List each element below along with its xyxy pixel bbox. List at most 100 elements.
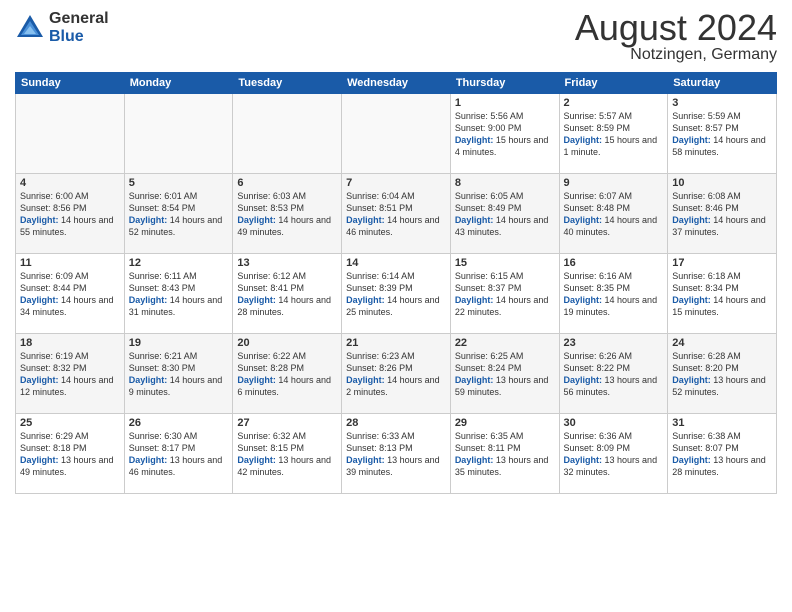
sunrise-text: Sunrise: 6:08 AM: [672, 191, 741, 201]
daylight-label: Daylight:: [20, 455, 61, 465]
daylight-label: Daylight:: [129, 455, 170, 465]
daylight-label: Daylight:: [672, 295, 713, 305]
day-cell: 24Sunrise: 6:28 AMSunset: 8:20 PMDayligh…: [668, 334, 777, 414]
sunset-text: Sunset: 8:18 PM: [20, 443, 87, 453]
daylight-label: Daylight:: [564, 135, 605, 145]
day-info: Sunrise: 6:33 AMSunset: 8:13 PMDaylight:…: [346, 430, 446, 479]
day-info: Sunrise: 6:00 AMSunset: 8:56 PMDaylight:…: [20, 190, 120, 239]
day-number: 22: [455, 337, 555, 349]
day-info: Sunrise: 6:22 AMSunset: 8:28 PMDaylight:…: [237, 350, 337, 399]
day-info: Sunrise: 6:18 AM Sunset: 8:34 PM Daylight:…: [672, 270, 772, 319]
sunset-text: Sunset: 8:26 PM: [346, 363, 413, 373]
sunrise-text: Sunrise: 5:57 AM: [564, 111, 633, 121]
sunrise-text: Sunrise: 6:16 AM: [564, 271, 633, 281]
day-info: Sunrise: 6:19 AMSunset: 8:32 PMDaylight:…: [20, 350, 120, 399]
sunrise-text: Sunrise: 6:28 AM: [672, 351, 741, 361]
day-number: 7: [346, 177, 446, 189]
sunset-text: Sunset: 8:17 PM: [129, 443, 196, 453]
day-info: Sunrise: 6:28 AMSunset: 8:20 PMDaylight:…: [672, 350, 772, 399]
daylight-label: Daylight:: [20, 215, 61, 225]
sunrise-text: Sunrise: 6:18 AM: [672, 271, 741, 281]
day-info: Sunrise: 6:30 AMSunset: 8:17 PMDaylight:…: [129, 430, 229, 479]
sunrise-text: Sunrise: 6:29 AM: [20, 431, 89, 441]
sunset-text: Sunset: 8:24 PM: [455, 363, 522, 373]
day-cell: 28Sunrise: 6:33 AMSunset: 8:13 PMDayligh…: [342, 414, 451, 494]
header-wednesday: Wednesday: [342, 73, 451, 94]
week-row-5: 25Sunrise: 6:29 AMSunset: 8:18 PMDayligh…: [16, 414, 777, 494]
sunset-text: Sunset: 8:49 PM: [455, 203, 522, 213]
sunset-text: Sunset: 8:20 PM: [672, 363, 739, 373]
sunset-text: Sunset: 8:30 PM: [129, 363, 196, 373]
header-saturday: Saturday: [668, 73, 777, 94]
calendar-table: Sunday Monday Tuesday Wednesday Thursday…: [15, 72, 777, 494]
day-number: 18: [20, 337, 120, 349]
day-info: Sunrise: 6:03 AMSunset: 8:53 PMDaylight:…: [237, 190, 337, 239]
day-info: Sunrise: 6:21 AMSunset: 8:30 PMDaylight:…: [129, 350, 229, 399]
daylight-label: Daylight:: [129, 375, 170, 385]
sunset-text: Sunset: 8:22 PM: [564, 363, 631, 373]
sunrise-text: Sunrise: 6:19 AM: [20, 351, 89, 361]
day-cell: 14Sunrise: 6:14 AMSunset: 8:39 PMDayligh…: [342, 254, 451, 334]
sunrise-text: Sunrise: 6:35 AM: [455, 431, 524, 441]
day-number: 17: [672, 257, 772, 269]
sunset-text: Sunset: 8:46 PM: [672, 203, 739, 213]
daylight-label: Daylight:: [564, 455, 605, 465]
day-cell: 4Sunrise: 6:00 AMSunset: 8:56 PMDaylight…: [16, 174, 125, 254]
sunset-text: Sunset: 8:39 PM: [346, 283, 413, 293]
sunrise-text: Sunrise: 6:32 AM: [237, 431, 306, 441]
daylight-label: Daylight:: [455, 455, 496, 465]
sunset-text: Sunset: 8:13 PM: [346, 443, 413, 453]
day-info: Sunrise: 6:14 AMSunset: 8:39 PMDaylight:…: [346, 270, 446, 319]
logo-text: General Blue: [49, 10, 109, 45]
sunset-text: Sunset: 8:57 PM: [672, 123, 739, 133]
day-info: Sunrise: 5:59 AMSunset: 8:57 PMDaylight:…: [672, 110, 772, 159]
daylight-label: Daylight:: [237, 375, 278, 385]
day-cell: 25Sunrise: 6:29 AMSunset: 8:18 PMDayligh…: [16, 414, 125, 494]
header-sunday: Sunday: [16, 73, 125, 94]
day-cell: 12Sunrise: 6:11 AMSunset: 8:43 PMDayligh…: [124, 254, 233, 334]
sunrise-text: Sunrise: 6:33 AM: [346, 431, 415, 441]
sunset-text: Sunset: 8:09 PM: [564, 443, 631, 453]
sunset-text: Sunset: 8:34 PM: [672, 283, 739, 293]
day-cell: 16Sunrise: 6:16 AMSunset: 8:35 PMDayligh…: [559, 254, 668, 334]
sunrise-text: Sunrise: 6:04 AM: [346, 191, 415, 201]
daylight-label: Daylight:: [346, 215, 387, 225]
sunset-text: Sunset: 8:51 PM: [346, 203, 413, 213]
sunrise-text: Sunrise: 6:03 AM: [237, 191, 306, 201]
day-cell: 21Sunrise: 6:23 AMSunset: 8:26 PMDayligh…: [342, 334, 451, 414]
day-number: 26: [129, 417, 229, 429]
day-number: 24: [672, 337, 772, 349]
day-cell: 20Sunrise: 6:22 AMSunset: 8:28 PMDayligh…: [233, 334, 342, 414]
sunrise-text: Sunrise: 6:25 AM: [455, 351, 524, 361]
day-cell: 29 Sunrise: 6:35 AM Sunset: 8:11 PM Dayligh…: [450, 414, 559, 494]
week-row-4: 18Sunrise: 6:19 AMSunset: 8:32 PMDayligh…: [16, 334, 777, 414]
daylight-label: Daylight:: [237, 455, 278, 465]
day-number: 4: [20, 177, 120, 189]
day-info: Sunrise: 6:38 AMSunset: 8:07 PMDaylight:…: [672, 430, 772, 479]
day-info: Sunrise: 6:23 AMSunset: 8:26 PMDaylight:…: [346, 350, 446, 399]
day-info: Sunrise: 6:09 AMSunset: 8:44 PMDaylight:…: [20, 270, 120, 319]
day-number: 31: [672, 417, 772, 429]
day-number: 16: [564, 257, 664, 269]
sunrise-text: Sunrise: 6:14 AM: [346, 271, 415, 281]
day-number: 20: [237, 337, 337, 349]
day-cell: 6Sunrise: 6:03 AMSunset: 8:53 PMDaylight…: [233, 174, 342, 254]
sunrise-text: Sunrise: 6:01 AM: [129, 191, 198, 201]
day-number: 29: [455, 417, 555, 429]
header-monday: Monday: [124, 73, 233, 94]
sunset-text: Sunset: 8:11 PM: [455, 443, 521, 453]
daylight-label: Daylight:: [129, 295, 170, 305]
day-cell: 1Sunrise: 5:56 AMSunset: 9:00 PMDaylight…: [450, 94, 559, 174]
day-info: Sunrise: 6:08 AMSunset: 8:46 PMDaylight:…: [672, 190, 772, 239]
daylight-label: Daylight:: [455, 295, 496, 305]
day-cell: 2Sunrise: 5:57 AMSunset: 8:59 PMDaylight…: [559, 94, 668, 174]
day-number: 3: [672, 97, 772, 109]
day-cell: [233, 94, 342, 174]
location-title: Notzingen, Germany: [575, 46, 777, 64]
main-container: General Blue August 2024 Notzingen, Germ…: [0, 0, 792, 504]
day-info: Sunrise: 6:07 AMSunset: 8:48 PMDaylight:…: [564, 190, 664, 239]
day-info: Sunrise: 6:15 AMSunset: 8:37 PMDaylight:…: [455, 270, 555, 319]
week-row-3: 11Sunrise: 6:09 AMSunset: 8:44 PMDayligh…: [16, 254, 777, 334]
day-cell: 30Sunrise: 6:36 AMSunset: 8:09 PMDayligh…: [559, 414, 668, 494]
day-cell: 10Sunrise: 6:08 AMSunset: 8:46 PMDayligh…: [668, 174, 777, 254]
